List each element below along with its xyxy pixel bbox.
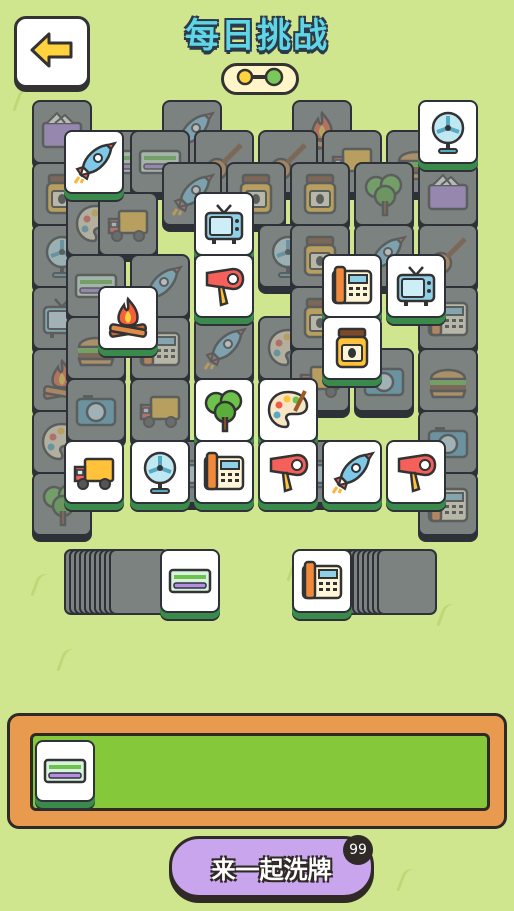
rocket-icon bbox=[324, 442, 380, 502]
campfire-icon bbox=[100, 288, 156, 348]
grass-decoration bbox=[396, 865, 433, 901]
tray-tile-air-conditioner bbox=[35, 740, 95, 802]
tile-board bbox=[0, 0, 514, 540]
phone-icon bbox=[196, 442, 252, 502]
tile-jar[interactable] bbox=[322, 316, 382, 380]
tile-tv[interactable] bbox=[194, 192, 254, 256]
stacked-tile bbox=[377, 549, 437, 615]
tile-hair-dryer[interactable] bbox=[386, 440, 446, 504]
shuffle-button-label: 来一起洗牌 bbox=[211, 855, 332, 884]
grass-decoration bbox=[30, 570, 67, 606]
tile-campfire[interactable] bbox=[98, 286, 158, 350]
hair-dryer-icon bbox=[196, 256, 252, 316]
tile-fan[interactable] bbox=[130, 440, 190, 504]
tile-palette[interactable] bbox=[258, 378, 318, 442]
fan-icon bbox=[132, 442, 188, 502]
air-conditioner-icon bbox=[162, 551, 218, 611]
tv-icon bbox=[196, 194, 252, 254]
rocket-icon bbox=[66, 132, 122, 192]
covered-tile bbox=[98, 192, 158, 256]
tile-tree[interactable] bbox=[194, 378, 254, 442]
rocket-icon bbox=[196, 318, 252, 378]
stack-top-tile-air-conditioner[interactable] bbox=[160, 549, 220, 613]
phone-icon bbox=[324, 256, 380, 316]
covered-tile bbox=[418, 348, 478, 412]
tile-hair-dryer[interactable] bbox=[194, 254, 254, 318]
tree-icon bbox=[356, 164, 412, 224]
tile-phone[interactable] bbox=[194, 440, 254, 504]
camera-icon bbox=[68, 380, 124, 440]
covered-tile bbox=[418, 162, 478, 226]
covered-tile bbox=[354, 162, 414, 226]
fan-icon bbox=[420, 102, 476, 162]
tile-rocket[interactable] bbox=[64, 130, 124, 194]
tile-hair-dryer[interactable] bbox=[258, 440, 318, 504]
wallet-icon bbox=[420, 164, 476, 224]
tile-tv[interactable] bbox=[386, 254, 446, 318]
shuffle-count-badge: 99 bbox=[343, 835, 373, 865]
tray-slots bbox=[30, 733, 490, 811]
palette-icon bbox=[260, 380, 316, 440]
hair-dryer-icon bbox=[260, 442, 316, 502]
covered-tile bbox=[290, 162, 350, 226]
phone-icon bbox=[294, 551, 350, 611]
stack-top-tile-phone[interactable] bbox=[292, 549, 352, 613]
jar-icon bbox=[292, 164, 348, 224]
burger-icon bbox=[420, 350, 476, 410]
truck-icon bbox=[100, 194, 156, 254]
tv-icon bbox=[388, 256, 444, 316]
tile-phone[interactable] bbox=[322, 254, 382, 318]
hair-dryer-icon bbox=[388, 442, 444, 502]
tree-icon bbox=[196, 380, 252, 440]
jar-icon bbox=[324, 318, 380, 378]
tile-truck[interactable] bbox=[64, 440, 124, 504]
covered-tile bbox=[194, 316, 254, 380]
truck-icon bbox=[66, 442, 122, 502]
covered-tile bbox=[66, 378, 126, 442]
right-tile-stack[interactable] bbox=[292, 549, 452, 619]
grass-decoration bbox=[56, 645, 93, 681]
tile-fan[interactable] bbox=[418, 100, 478, 164]
left-tile-stack[interactable] bbox=[64, 549, 224, 619]
truck-icon bbox=[132, 380, 188, 440]
air-conditioner-icon bbox=[37, 742, 93, 800]
tile-rocket[interactable] bbox=[322, 440, 382, 504]
covered-tile bbox=[130, 378, 190, 442]
tile-tray bbox=[7, 713, 507, 829]
